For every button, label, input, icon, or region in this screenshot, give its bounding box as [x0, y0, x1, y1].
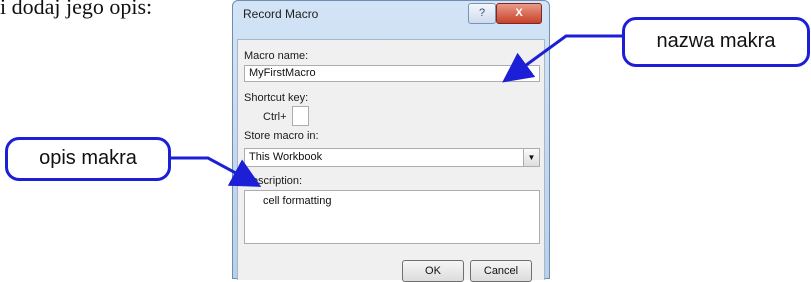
name-arrow: [502, 34, 625, 83]
name-callout: nazwa makra: [622, 17, 810, 67]
description-callout: opis makra: [5, 137, 171, 181]
desc-arrow: [171, 156, 262, 187]
